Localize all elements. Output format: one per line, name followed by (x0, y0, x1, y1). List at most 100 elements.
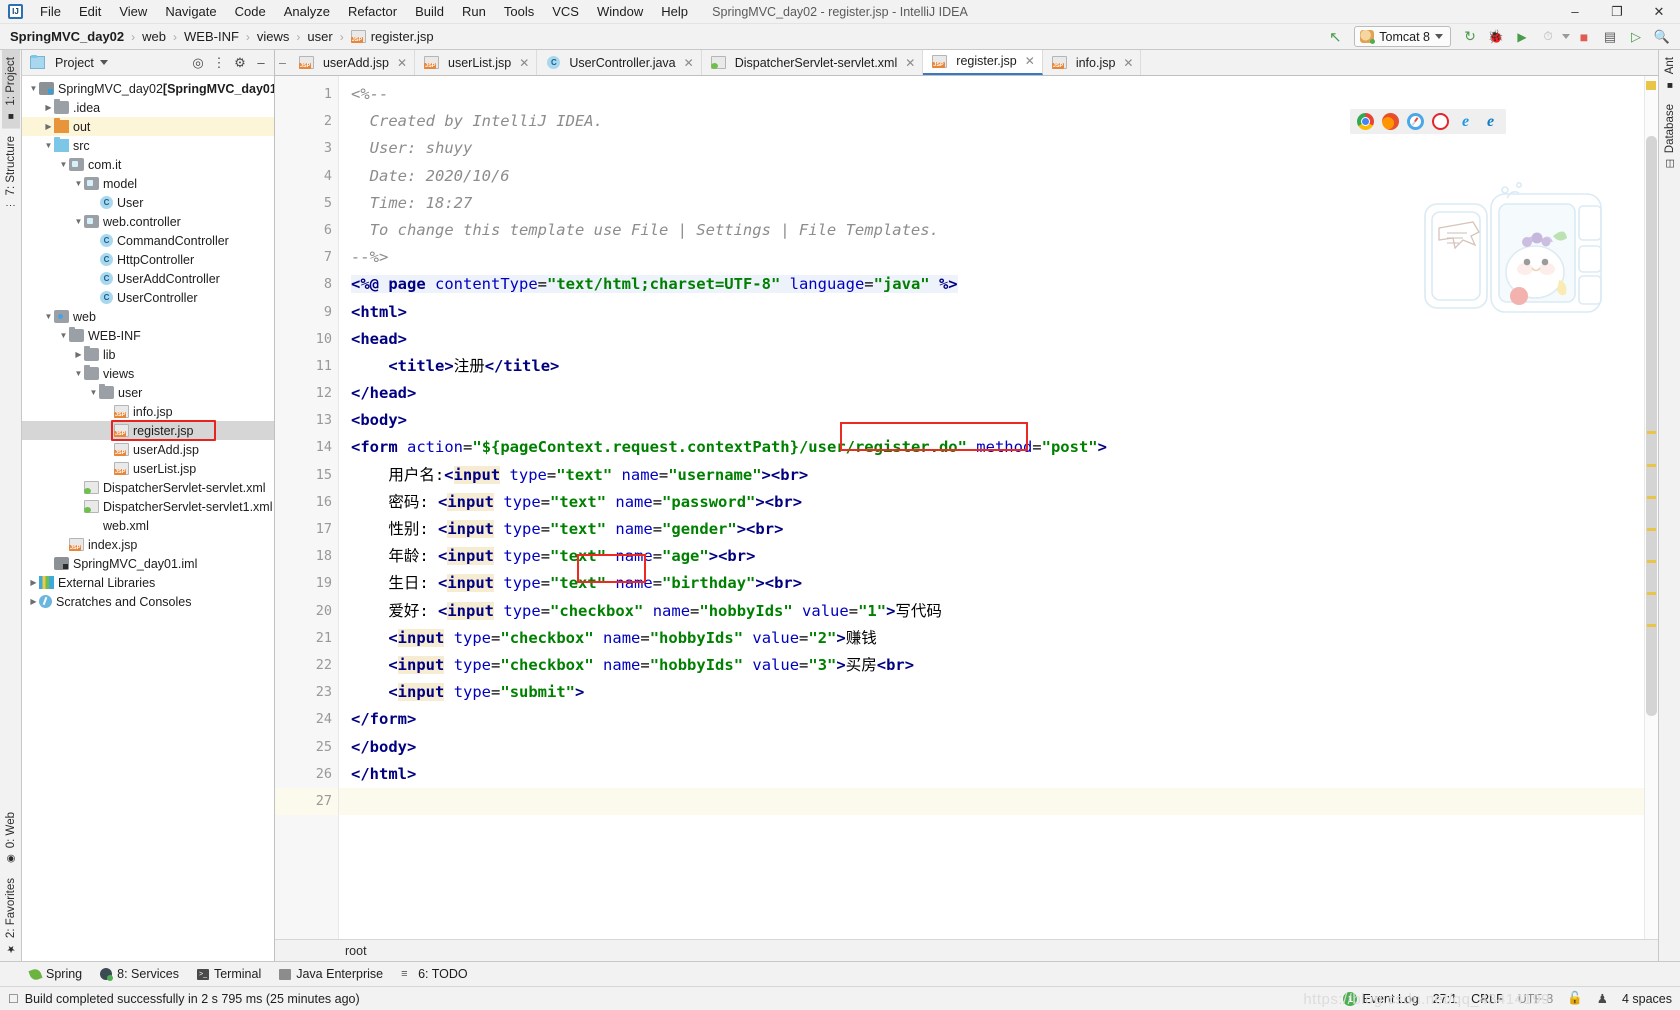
gutter-line-27[interactable]: 27 (275, 787, 338, 816)
gutter-line-21[interactable]: 21 (275, 625, 338, 652)
code-line-17[interactable]: 性别: <input type="text" name="gender"><br… (339, 516, 1644, 543)
project-structure-icon[interactable]: ▤ (1598, 26, 1622, 48)
gutter-line-20[interactable]: 20 (275, 598, 338, 625)
editor-tab-info-jsp[interactable]: info.jsp ✕ (1043, 50, 1142, 75)
gutter-line-6[interactable]: 6 (275, 217, 338, 244)
marker-warning[interactable] (1647, 496, 1656, 499)
menu-vcs[interactable]: VCS (543, 1, 588, 22)
gutter-line-14[interactable]: 14 (275, 434, 338, 461)
gutter-line-23[interactable]: 23 (275, 679, 338, 706)
tree-node-web.controller[interactable]: ▼ web.controller (22, 212, 274, 231)
tree-node-com.it[interactable]: ▼ com.it (22, 155, 274, 174)
editor-code[interactable]: e e <%-- Created by IntelliJ IDEA. User:… (339, 76, 1644, 939)
code-line-15[interactable]: 用户名:<input type="text" name="username"><… (339, 462, 1644, 489)
debug-icon[interactable]: 🐞 (1484, 26, 1508, 48)
tree-node-springmvc_day02[interactable]: ▼ SpringMVC_day02 [SpringMVC_day01] (22, 79, 274, 98)
chrome-icon[interactable] (1357, 113, 1374, 130)
gutter-line-2[interactable]: 2 (275, 108, 338, 135)
tree-node-usercontroller[interactable]: UserController (22, 288, 274, 307)
project-tree[interactable]: ▼ SpringMVC_day02 [SpringMVC_day01] ▶ .idea… (22, 76, 274, 961)
menu-view[interactable]: View (110, 1, 156, 22)
code-line-11[interactable]: <title>注册</title> (339, 353, 1644, 380)
code-line-18[interactable]: 年龄: <input type="text" name="age"><br> (339, 543, 1644, 570)
profile-icon[interactable]: ⏱ (1536, 26, 1560, 48)
tree-node-user[interactable]: User (22, 193, 274, 212)
run-configuration-selector[interactable]: Tomcat 8 (1354, 26, 1451, 47)
gutter-line-7[interactable]: 7 (275, 244, 338, 271)
editor-tab-bar[interactable]: –userAdd.jsp✕userList.jsp✕UserController… (275, 50, 1658, 76)
menu-help[interactable]: Help (652, 1, 697, 22)
chevron-down-icon[interactable]: ▼ (73, 179, 84, 188)
gutter-line-12[interactable]: 12 (275, 380, 338, 407)
tree-node-index.jsp[interactable]: index.jsp (22, 535, 274, 554)
event-log-button[interactable]: 1 Event Log (1343, 991, 1419, 1006)
update-project-icon[interactable]: ↖ (1323, 26, 1347, 48)
menu-build[interactable]: Build (406, 1, 453, 22)
chevron-down-icon[interactable]: ▼ (73, 369, 84, 378)
code-line-25[interactable]: </body>– (339, 734, 1644, 761)
rerun-icon[interactable]: ↻ (1458, 26, 1482, 48)
breadcrumb-root-label[interactable]: root (283, 944, 367, 958)
search-icon[interactable]: 🔍 (1650, 26, 1674, 48)
browser-launcher-popup[interactable]: e e (1350, 109, 1506, 134)
gutter-line-22[interactable]: 22 (275, 652, 338, 679)
stop-icon[interactable]: ■ (1572, 26, 1596, 48)
code-line-13[interactable]: <body>– (339, 407, 1644, 434)
chevron-right-icon[interactable]: ▶ (28, 597, 39, 606)
code-line-9[interactable]: <html>– (339, 299, 1644, 326)
gutter-line-16[interactable]: 16 (275, 489, 338, 516)
edge-icon[interactable]: e (1482, 113, 1499, 130)
breadcrumb-webinf[interactable]: WEB-INF (184, 29, 239, 44)
tree-node-info.jsp[interactable]: info.jsp (22, 402, 274, 421)
tree-node-httpcontroller[interactable]: HttpController (22, 250, 274, 269)
hide-icon[interactable]: – (252, 55, 270, 70)
tree-node-dispatcherservlet-servlet.xml[interactable]: DispatcherServlet-servlet.xml (22, 478, 274, 497)
code-line-20[interactable]: 爱好: <input type="checkbox" name="hobbyId… (339, 598, 1644, 625)
code-line-26[interactable]: </html>– (339, 761, 1644, 788)
gutter-line-15[interactable]: 15 (275, 462, 338, 489)
menu-analyze[interactable]: Analyze (275, 1, 339, 22)
breadcrumb-views[interactable]: views (257, 29, 290, 44)
safari-icon[interactable] (1407, 113, 1424, 130)
toolwindow-java-enterprise[interactable]: Java Enterprise (273, 965, 395, 983)
gutter-line-18[interactable]: 18 (275, 543, 338, 570)
tree-node-dispatcherservlet-servlet1.xml[interactable]: DispatcherServlet-servlet1.xml (22, 497, 274, 516)
close-icon[interactable]: ✕ (1123, 56, 1133, 70)
tree-node-register.jsp[interactable]: register.jsp (22, 420, 274, 441)
tree-node-userlist.jsp[interactable]: userList.jsp (22, 459, 274, 478)
code-line-8[interactable]: <%@ page contentType="text/html;charset=… (339, 271, 1644, 298)
menu-code[interactable]: Code (226, 1, 275, 22)
code-line-1[interactable]: <%--– (339, 81, 1644, 108)
chevron-right-icon[interactable]: ▶ (73, 350, 84, 359)
gutter-line-19[interactable]: 19 (275, 570, 338, 597)
profile-chevron-down-icon[interactable] (1562, 34, 1570, 39)
tree-node-.idea[interactable]: ▶ .idea (22, 98, 274, 117)
tree-node-scratches-and-consoles[interactable]: ▶ Scratches and Consoles (22, 592, 274, 611)
tree-node-out[interactable]: ▶ out (22, 117, 274, 136)
breadcrumb-register-jsp[interactable]: register.jsp (371, 29, 434, 44)
editor-area[interactable]: 1 2 3 4 5 6 7 8 9 10 11 12 13 14 15 16 17 18 19 20 21 22 23 24 2… (275, 76, 1658, 939)
toolwindow-services[interactable]: 8: Services (94, 965, 191, 983)
tree-node-useradd.jsp[interactable]: userAdd.jsp (22, 440, 274, 459)
code-line-19[interactable]: 生日: <input type="text" name="birthday"><… (339, 570, 1644, 597)
line-separator[interactable]: CRLF (1471, 992, 1504, 1006)
tree-node-user[interactable]: ▼ user (22, 383, 274, 402)
chevron-right-icon[interactable]: ▶ (43, 103, 54, 112)
code-line-21[interactable]: <input type="checkbox" name="hobbyIds" v… (339, 625, 1644, 652)
hector-icon[interactable]: ♟ (1597, 991, 1608, 1006)
breadcrumb-web[interactable]: web (142, 29, 166, 44)
code-line-7[interactable]: --%>– (339, 244, 1644, 271)
gutter-line-10[interactable]: 10 (275, 326, 338, 353)
minimize-button[interactable]: – (1554, 0, 1596, 24)
internet-explorer-icon[interactable]: e (1457, 113, 1474, 130)
code-line-12[interactable]: </head>– (339, 380, 1644, 407)
editor-gutter[interactable]: 1 2 3 4 5 6 7 8 9 10 11 12 13 14 15 16 17 18 19 20 21 22 23 24 2… (275, 76, 339, 939)
sidebar-item-database[interactable]: ◫ Database (1661, 97, 1679, 176)
code-line-3[interactable]: User: shuyy (339, 135, 1644, 162)
sidebar-item-web[interactable]: ◉ 0: Web (2, 805, 20, 871)
menu-window[interactable]: Window (588, 1, 652, 22)
tree-node-springmvc_day01.iml[interactable]: SpringMVC_day01.iml (22, 554, 274, 573)
sidebar-item-project[interactable]: ■ 1: Project (1, 50, 20, 129)
editor-tab-register-jsp[interactable]: register.jsp ✕ (923, 50, 1043, 75)
menu-navigate[interactable]: Navigate (156, 1, 225, 22)
